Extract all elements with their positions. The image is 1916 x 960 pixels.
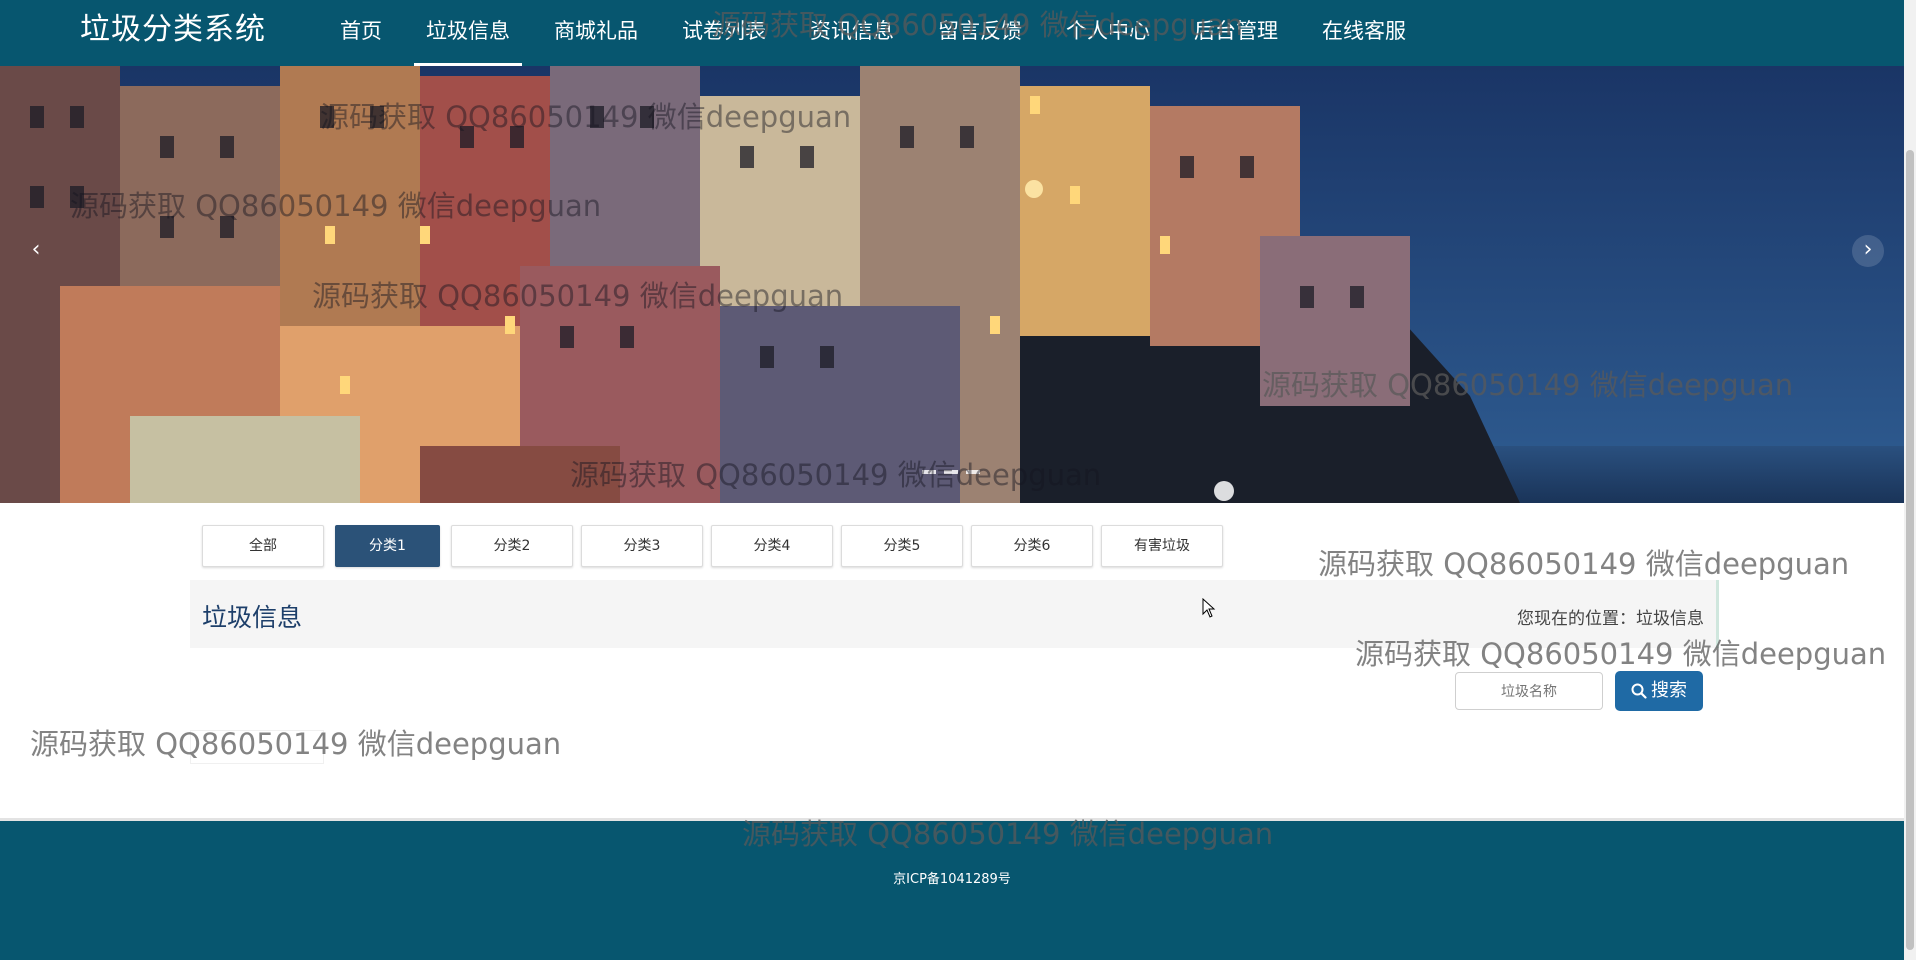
category-tab-5[interactable]: 分类5	[841, 525, 963, 567]
carousel-dot[interactable]	[922, 470, 936, 474]
search-input[interactable]	[1455, 672, 1603, 710]
search-button[interactable]: 搜索	[1615, 671, 1703, 711]
nav-item-trash-info[interactable]: 垃圾信息	[404, 0, 532, 66]
nav-item-news[interactable]: 资讯信息	[788, 0, 916, 66]
page-footer: 京ICP备1041289号	[0, 821, 1904, 960]
chevron-right-icon: ›	[1863, 237, 1873, 262]
hero-carousel[interactable]: ‹ ›	[0, 66, 1904, 503]
section-header: 垃圾信息 您现在的位置：垃圾信息	[190, 580, 1719, 648]
section-title: 垃圾信息	[202, 603, 303, 632]
search-icon	[1631, 683, 1647, 699]
category-tab-2[interactable]: 分类2	[451, 525, 573, 567]
carousel-next-button[interactable]: ›	[1852, 235, 1884, 267]
nav-item-home[interactable]: 首页	[318, 0, 404, 66]
carousel-dot[interactable]	[944, 470, 958, 474]
category-tab-hazardous[interactable]: 有害垃圾	[1101, 525, 1223, 567]
pagination	[190, 730, 324, 764]
category-tab-4[interactable]: 分类4	[711, 525, 833, 567]
nav-item-admin[interactable]: 后台管理	[1172, 0, 1300, 66]
nav-item-gift-mall[interactable]: 商城礼品	[532, 0, 660, 66]
site-brand[interactable]: 垃圾分类系统	[80, 10, 266, 50]
nav-item-profile[interactable]: 个人中心	[1044, 0, 1172, 66]
page-scrollbar[interactable]	[1904, 0, 1916, 960]
category-tab-1[interactable]: 分类1	[335, 525, 440, 567]
watermark: 源码获取 QQ86050149 微信deepguan	[1318, 547, 1850, 581]
breadcrumb: 您现在的位置：垃圾信息	[1517, 609, 1704, 629]
top-navbar: 垃圾分类系统 首页 垃圾信息 商城礼品 试卷列表 资讯信息 留言反馈 个人中心 …	[0, 0, 1904, 66]
carousel-dot[interactable]	[966, 470, 980, 474]
carousel-indicators	[922, 470, 980, 474]
banner-image	[0, 66, 1904, 503]
mouse-cursor-icon	[1202, 598, 1216, 618]
main-menu: 首页 垃圾信息 商城礼品 试卷列表 资讯信息 留言反馈 个人中心 后台管理 在线…	[318, 0, 1428, 66]
chevron-left-icon: ‹	[31, 237, 41, 262]
carousel-prev-button[interactable]: ‹	[20, 235, 52, 267]
category-tab-6[interactable]: 分类6	[971, 525, 1093, 567]
scrollbar-thumb[interactable]	[1906, 150, 1914, 950]
search-button-label: 搜索	[1651, 680, 1687, 701]
nav-item-customer-service[interactable]: 在线客服	[1300, 0, 1428, 66]
nav-item-exam-list[interactable]: 试卷列表	[660, 0, 788, 66]
nav-item-feedback[interactable]: 留言反馈	[916, 0, 1044, 66]
category-tab-all[interactable]: 全部	[202, 525, 324, 567]
icp-license: 京ICP备1041289号	[893, 872, 1011, 887]
category-tab-3[interactable]: 分类3	[581, 525, 703, 567]
